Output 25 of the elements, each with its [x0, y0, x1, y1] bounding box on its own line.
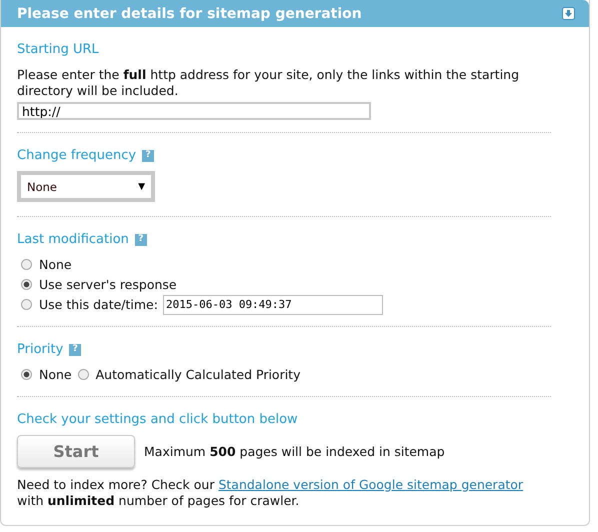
radio-button[interactable]: [21, 299, 32, 310]
radio-label[interactable]: Use server's response: [39, 277, 177, 292]
section-heading: Change frequency: [17, 148, 136, 163]
frequency-dropdown[interactable]: None ▼: [17, 171, 155, 202]
collapse-icon[interactable]: [562, 7, 575, 20]
radio-button[interactable]: [78, 369, 89, 380]
panel-title: Please enter details for sitemap generation: [17, 6, 362, 22]
radio-button[interactable]: [21, 369, 32, 380]
radio-label[interactable]: Automatically Calculated Priority: [96, 367, 300, 382]
description-text: Please enter the full http address for your site, only the links within the starting directory will be included.: [17, 67, 520, 99]
radio-label[interactable]: None: [39, 367, 72, 382]
section-heading: Starting URL: [17, 42, 100, 57]
standalone-link[interactable]: Standalone version of Google sitemap generator: [218, 477, 524, 492]
date-input-field[interactable]: 2015-06-03 09:49:37: [162, 294, 383, 314]
section-heading: Last modification: [17, 232, 129, 247]
start-button[interactable]: Start: [17, 435, 135, 468]
radio-label[interactable]: None: [39, 257, 72, 272]
url-input-field[interactable]: http://: [17, 102, 371, 120]
radio-button[interactable]: [21, 259, 32, 270]
section-heading: Priority: [17, 342, 64, 357]
limit-note: Maximum 500 pages will be indexed in sitemap: [144, 444, 445, 459]
section-heading: Check your settings and click button below: [17, 412, 299, 427]
radio-label[interactable]: Use this date/time:: [39, 297, 158, 312]
upgrade-text: Need to index more? Check our Standalone version of Google sitemap generator with unlimited number of pages for crawler.: [17, 477, 524, 509]
radio-button[interactable]: [21, 279, 32, 290]
